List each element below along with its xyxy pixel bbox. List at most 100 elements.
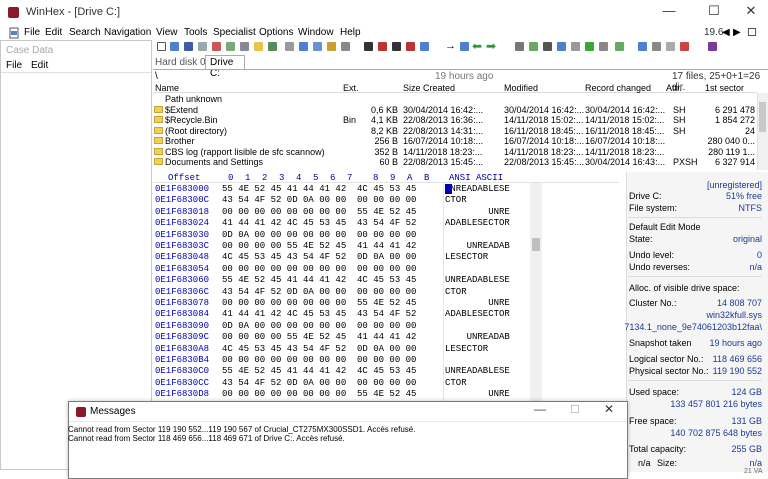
hex-row[interactable]: 0E1F6830A8 4C 45 53 45 43 54 4F 52 0D 0A … [153, 344, 619, 355]
messages-minimize-button[interactable]: — [534, 402, 546, 416]
replace-text-icon[interactable] [392, 42, 401, 51]
open-icon[interactable] [170, 42, 179, 51]
back-arrow-icon[interactable]: ⬅ [472, 39, 482, 53]
tab-hard-disk-0[interactable]: Hard disk 0 [155, 57, 206, 68]
copy-block-icon[interactable] [313, 42, 322, 51]
settings-icon[interactable] [708, 42, 717, 51]
scroll-left-icon[interactable]: ◀ [722, 27, 730, 38]
hex-row[interactable]: 0E1F683048 4C 45 53 45 43 54 4F 52 0D 0A … [153, 252, 619, 263]
hex-row[interactable]: 0E1F6830B4 00 00 00 00 00 00 00 00 00 00 … [153, 355, 619, 366]
menu-tools[interactable]: Tools [184, 27, 207, 38]
col-created[interactable]: Created [423, 83, 455, 93]
options-icon[interactable] [615, 42, 624, 51]
ascii-text: CTOR [445, 195, 467, 206]
hex-row[interactable]: 0E1F6830C0 55 4E 52 45 41 44 41 42 4C 45 … [153, 366, 619, 377]
hex-row[interactable]: 0E1F683078 00 00 00 00 00 00 00 00 55 4E … [153, 298, 619, 309]
messages-close-button[interactable]: ✕ [604, 402, 614, 416]
col-modified[interactable]: Modified [504, 83, 538, 93]
col-first-sector[interactable]: 1st sector [705, 83, 744, 93]
case-menu-edit[interactable]: Edit [31, 60, 48, 71]
compare-icon[interactable] [599, 42, 608, 51]
view-hex-icon[interactable] [638, 42, 647, 51]
menu-edit[interactable]: Edit [45, 27, 62, 38]
hex-row[interactable]: 0E1F68306C 43 54 4F 52 0D 0A 00 00 00 00 … [153, 287, 619, 298]
bookmark-icon[interactable] [680, 42, 689, 51]
hex-scroll-thumb[interactable] [532, 238, 540, 251]
tab-drive-c[interactable]: Drive C: [205, 55, 245, 79]
directory-row[interactable]: Documents and Settings 60 B 22/08/2013 15:… [153, 157, 757, 168]
hash-icon[interactable] [543, 42, 552, 51]
disk-tools-icon[interactable] [515, 42, 524, 51]
col-name[interactable]: Name [155, 83, 179, 93]
paste-icon[interactable] [327, 42, 336, 51]
copy-icon[interactable] [299, 42, 308, 51]
hex-row[interactable]: 0E1F68303C 00 00 00 00 55 4E 52 45 41 44 … [153, 241, 619, 252]
hex-row[interactable]: 0E1F68300C 43 54 4F 52 0D 0A 00 00 00 00 … [153, 195, 619, 206]
messages-maximize-button[interactable]: ☐ [570, 403, 580, 416]
directory-row[interactable]: $Recycle.Bin Bin 4,1 KB 22/08/2013 16:36:..… [153, 115, 757, 126]
search-again-icon[interactable] [420, 42, 429, 51]
template-icon[interactable] [557, 42, 566, 51]
goto-offset-icon[interactable]: → [445, 40, 456, 52]
checksum-icon[interactable] [585, 42, 594, 51]
directory-row[interactable]: CBS log (rapport lisible de sfc scannow)… [153, 147, 757, 158]
col-attr[interactable]: Attr. [666, 83, 682, 93]
calculator-icon[interactable] [529, 42, 538, 51]
view-both-icon[interactable] [666, 42, 675, 51]
menu-file[interactable]: File [24, 27, 40, 38]
replace-hex-icon[interactable] [406, 42, 415, 51]
hex-row[interactable]: 0E1F683024 41 44 41 42 4C 45 53 45 43 54 … [153, 218, 619, 229]
undo-icon[interactable] [268, 42, 277, 51]
properties-icon[interactable] [212, 42, 221, 51]
folder-icon[interactable] [254, 42, 263, 51]
directory-scroll-thumb[interactable] [759, 102, 766, 132]
menu-help[interactable]: Help [340, 27, 361, 38]
case-menu-file[interactable]: File [6, 60, 22, 71]
maximize-button[interactable]: ☐ [704, 3, 724, 19]
menu-search[interactable]: Search [69, 27, 101, 38]
view-text-icon[interactable] [652, 42, 661, 51]
directory-row[interactable]: (Root directory) 8,2 KB 22/08/2013 14:31:.… [153, 126, 757, 137]
close-button[interactable]: ✕ [741, 3, 761, 19]
hex-row[interactable]: 0E1F683030 0D 0A 00 00 00 00 00 00 00 00 … [153, 230, 619, 241]
scroll-right-icon[interactable]: ▶ [733, 27, 741, 38]
menu-specialist[interactable]: Specialist [213, 27, 256, 38]
hex-scrollbar[interactable] [530, 183, 542, 402]
hex-row[interactable]: 0E1F68309C 00 00 00 00 55 4E 52 45 41 44 … [153, 332, 619, 343]
cut-icon[interactable] [285, 42, 294, 51]
new-icon[interactable] [157, 42, 166, 51]
forward-arrow-icon[interactable]: ➡ [486, 39, 496, 53]
find-hex-icon[interactable] [378, 42, 387, 51]
save-icon[interactable] [184, 42, 193, 51]
menu-view[interactable]: View [156, 27, 178, 38]
winhex-app-icon[interactable] [8, 7, 19, 18]
hex-row[interactable]: 0E1F683000 55 4E 52 45 41 44 41 42 4C 45 … [153, 184, 619, 195]
hex-row[interactable]: 0E1F683060 55 4E 52 45 41 44 41 42 4C 45 … [153, 275, 619, 286]
menu-window[interactable]: Window [298, 27, 334, 38]
hex-row[interactable]: 0E1F683090 0D 0A 00 00 00 00 00 00 00 00 … [153, 321, 619, 332]
analyze-icon[interactable] [571, 42, 580, 51]
hex-row[interactable]: 0E1F683054 00 00 00 00 00 00 00 00 00 00 … [153, 264, 619, 275]
hex-row[interactable]: 0E1F683084 41 44 41 42 4C 45 53 45 43 54 … [153, 309, 619, 320]
path-root[interactable]: \ [155, 71, 158, 82]
menu-options[interactable]: Options [259, 27, 293, 38]
ram-icon[interactable] [240, 42, 249, 51]
find-text-icon[interactable] [364, 42, 373, 51]
write-icon[interactable] [341, 42, 350, 51]
hex-row[interactable]: 0E1F6830D8 00 00 00 00 00 00 00 00 55 4E … [153, 389, 619, 400]
minimize-button[interactable]: — [659, 3, 679, 18]
col-ext[interactable]: Ext. [343, 83, 359, 93]
document-icon[interactable] [8, 27, 20, 39]
restore-child-icon[interactable] [748, 28, 756, 36]
goto-sector-icon[interactable] [460, 42, 469, 51]
print-icon[interactable] [198, 42, 207, 51]
directory-row[interactable]: Path unknown [153, 94, 757, 105]
hex-row[interactable]: 0E1F683018 00 00 00 00 00 00 00 00 55 4E … [153, 207, 619, 218]
hex-row[interactable]: 0E1F6830CC 43 54 4F 52 0D 0A 00 00 00 00 … [153, 378, 619, 389]
col-size[interactable]: Size [403, 83, 421, 93]
col-record-changed[interactable]: Record changed [585, 83, 651, 93]
menu-navigation[interactable]: Navigation [104, 27, 151, 38]
directory-row[interactable]: Brother 256 B 16/07/2014 10:18:... 16/07/20… [153, 136, 757, 147]
open-disk-icon[interactable] [226, 42, 235, 51]
directory-row[interactable]: $Extend 0,6 KB 30/04/2014 16:42:... 30/04/2… [153, 105, 757, 116]
